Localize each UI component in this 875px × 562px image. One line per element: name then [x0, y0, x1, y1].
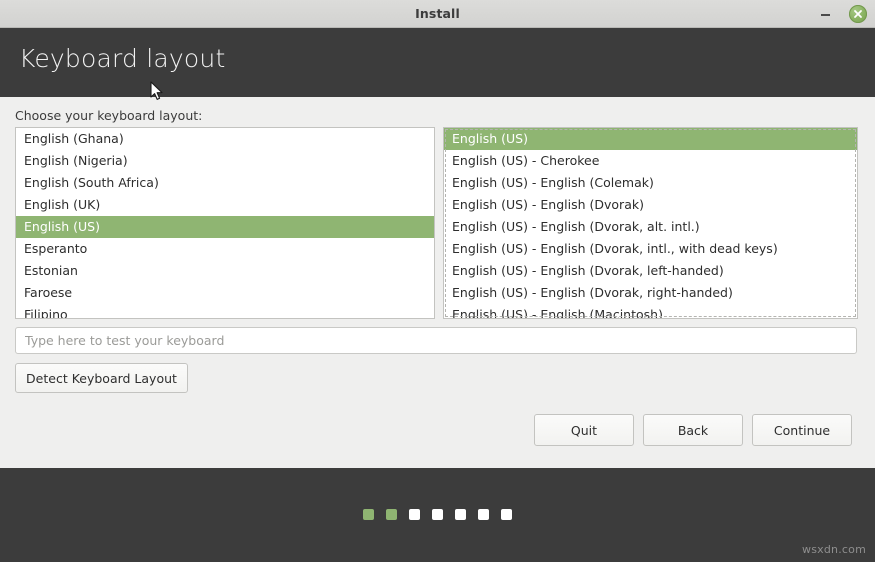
- keyboard-layout-row[interactable]: English (Ghana): [16, 128, 434, 150]
- step-progress-indicator: [0, 509, 875, 520]
- keyboard-layout-row[interactable]: English (Nigeria): [16, 150, 434, 172]
- keyboard-layout-row[interactable]: Estonian: [16, 260, 434, 282]
- page-title: Keyboard layout: [19, 44, 226, 73]
- prompt-label: Choose your keyboard layout:: [15, 108, 203, 123]
- content-panel: Choose your keyboard layout: English (Gh…: [0, 97, 875, 468]
- footer: wsxdn.com: [0, 468, 875, 562]
- keyboard-variant-list-rows[interactable]: English (US) English (US) - Cherokee Engli…: [444, 128, 857, 318]
- keyboard-layout-row[interactable]: Esperanto: [16, 238, 434, 260]
- keyboard-layout-row[interactable]: Faroese: [16, 282, 434, 304]
- minimize-icon[interactable]: [819, 7, 833, 21]
- keyboard-layout-list-rows[interactable]: English (Ghana) English (Nigeria) English …: [16, 128, 434, 318]
- close-icon[interactable]: [849, 5, 867, 23]
- keyboard-variant-row[interactable]: English (US) - English (Dvorak, left-han…: [444, 260, 857, 282]
- keyboard-layout-row[interactable]: English (US): [16, 216, 434, 238]
- step-dot: [363, 509, 374, 520]
- step-dot: [455, 509, 466, 520]
- keyboard-variant-row[interactable]: English (US) - English (Colemak): [444, 172, 857, 194]
- titlebar: Install: [0, 0, 875, 28]
- close-x-glyph: [854, 10, 862, 18]
- step-dot: [409, 509, 420, 520]
- keyboard-variant-row[interactable]: English (US) - Cherokee: [444, 150, 857, 172]
- back-button[interactable]: Back: [643, 414, 743, 446]
- keyboard-variant-row[interactable]: English (US) - English (Dvorak, alt. int…: [444, 216, 857, 238]
- step-dot: [432, 509, 443, 520]
- keyboard-layout-row[interactable]: English (UK): [16, 194, 434, 216]
- keyboard-test-input[interactable]: [15, 327, 857, 354]
- keyboard-layout-list[interactable]: English (Ghana) English (Nigeria) English …: [15, 127, 435, 319]
- window-title: Install: [415, 6, 460, 21]
- step-dot: [386, 509, 397, 520]
- keyboard-variant-row[interactable]: English (US) - English (Macintosh): [444, 304, 857, 318]
- keyboard-layout-row[interactable]: English (South Africa): [16, 172, 434, 194]
- keyboard-layout-row[interactable]: Filipino: [16, 304, 434, 318]
- keyboard-variant-list[interactable]: English (US) English (US) - Cherokee Engli…: [443, 127, 858, 319]
- detect-keyboard-layout-button[interactable]: Detect Keyboard Layout: [15, 363, 188, 393]
- keyboard-variant-row[interactable]: English (US): [444, 128, 857, 150]
- watermark: wsxdn.com: [802, 543, 866, 556]
- page-header: Keyboard layout: [0, 28, 875, 97]
- keyboard-variant-row[interactable]: English (US) - English (Dvorak): [444, 194, 857, 216]
- step-dot: [478, 509, 489, 520]
- keyboard-variant-row[interactable]: English (US) - English (Dvorak, intl., w…: [444, 238, 857, 260]
- keyboard-variant-row[interactable]: English (US) - English (Dvorak, right-ha…: [444, 282, 857, 304]
- step-dot: [501, 509, 512, 520]
- quit-button[interactable]: Quit: [534, 414, 634, 446]
- install-window: Install Keyboard layout Choose your keyb…: [0, 0, 875, 562]
- continue-button[interactable]: Continue: [752, 414, 852, 446]
